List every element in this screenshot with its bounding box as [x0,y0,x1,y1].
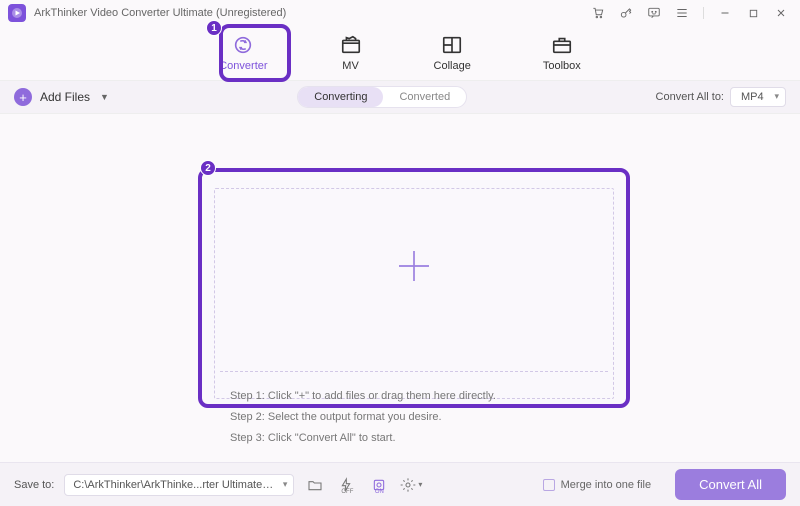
settings-button[interactable]: ▾ [400,474,422,496]
maximize-icon[interactable] [746,6,760,20]
minimize-icon[interactable] [718,6,732,20]
convert-all-button[interactable]: Convert All [675,469,786,500]
checkbox-icon [543,479,555,491]
save-path-dropdown[interactable]: C:\ArkThinker\ArkThinke...rter Ultimate\… [64,474,294,496]
annotation-highlight-1 [219,24,291,82]
step-2: Step 2: Select the output format you des… [230,407,496,428]
status-toggle: Converting Converted [109,86,656,108]
convert-all-to-label: Convert All to: [656,91,724,103]
annotation-badge-1: 1 [206,20,222,36]
annotation-badge-2: 2 [200,160,216,176]
annotation-highlight-2 [198,168,630,408]
tab-toolbox[interactable]: Toolbox [535,30,589,76]
toggle-converted[interactable]: Converted [383,87,466,107]
feedback-icon[interactable] [647,6,661,20]
close-icon[interactable] [774,6,788,20]
add-files-button[interactable]: + Add Files ▼ [14,88,109,106]
tab-label: Collage [434,60,471,72]
plus-icon: + [14,88,32,106]
app-logo [8,4,26,22]
merge-checkbox[interactable]: Merge into one file [543,479,652,491]
add-files-label: Add Files [40,90,90,104]
app-title: ArkThinker Video Converter Ultimate (Unr… [34,7,591,19]
mv-icon [340,34,362,56]
high-speed-button[interactable]: ON [368,474,390,496]
toggle-converting[interactable]: Converting [298,87,383,107]
tab-label: Toolbox [543,60,581,72]
save-to-label: Save to: [14,479,54,491]
format-dropdown[interactable]: MP4 [730,87,786,107]
tab-mv[interactable]: MV [332,30,370,76]
divider [703,7,704,19]
key-icon[interactable] [619,6,633,20]
toolbox-icon [551,34,573,56]
convert-all-to-group: Convert All to: MP4 [656,87,786,107]
tab-collage[interactable]: Collage [426,30,479,76]
main-tabs: Converter MV Collage Toolbox [0,26,800,80]
bottom-bar: Save to: C:\ArkThinker\ArkThinke...rter … [0,462,800,506]
hardware-accel-button[interactable]: OFF [336,474,358,496]
title-bar: ArkThinker Video Converter Ultimate (Unr… [0,0,800,26]
tab-label: MV [342,60,359,72]
menu-icon[interactable] [675,6,689,20]
step-3: Step 3: Click "Convert All" to start. [230,428,496,449]
merge-label: Merge into one file [561,479,652,491]
secondary-bar: + Add Files ▼ Converting Converted Conve… [0,80,800,114]
collage-icon [441,34,463,56]
open-folder-button[interactable] [304,474,326,496]
cart-icon[interactable] [591,6,605,20]
chevron-down-icon: ▼ [100,92,109,102]
title-bar-controls [591,6,792,20]
